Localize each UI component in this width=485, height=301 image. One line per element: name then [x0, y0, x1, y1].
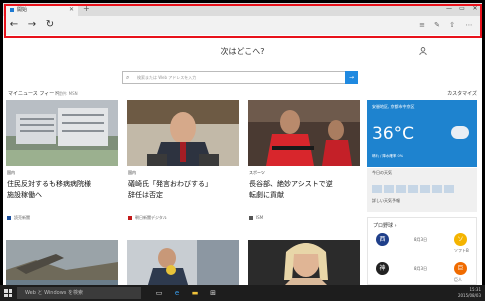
forecast-day-icon	[432, 185, 442, 193]
clock-date: 2015/08/03	[457, 293, 481, 298]
forecast-day-icon	[408, 185, 418, 193]
web-note-icon[interactable]: ✎	[432, 19, 442, 31]
back-button[interactable]: ←	[7, 18, 21, 32]
news-category: 国内	[7, 170, 15, 175]
source-logo-icon	[249, 216, 253, 220]
news-source: ISM	[249, 215, 263, 220]
edge-favicon-icon	[10, 8, 14, 12]
forecast-day-icon	[384, 185, 394, 193]
news-card[interactable]: スポーツ 長谷部、絶妙アシストで逆 転劇に貢献 ISM	[248, 100, 360, 235]
news-source-label: ISM	[256, 215, 264, 220]
news-card[interactable]: 国内 礒崎氏「発言おわびする」 辞任は否定 朝日新聞デジタル	[127, 100, 239, 235]
weather-card[interactable]: 安曇地区, 京都市中京区 36°C 晴れ / 降水確率 0%	[367, 100, 477, 167]
news-category: 国内	[128, 170, 136, 175]
source-logo-icon	[128, 216, 132, 220]
close-window-button[interactable]: ✕	[470, 3, 480, 15]
news-image[interactable]	[127, 240, 239, 285]
news-source-label: 朝日新聞デジタル	[135, 215, 167, 220]
customize-link[interactable]: カスタマイズ	[447, 90, 477, 97]
tab-bar: 開始 ✕ + — ▭ ✕	[3, 3, 482, 16]
news-title-line: 住民反対するも移病病院様	[7, 180, 91, 188]
news-image[interactable]	[6, 240, 118, 285]
forecast-day-icon	[372, 185, 382, 193]
team-name: 巨人	[454, 277, 462, 282]
navigation-bar: ← → ↻ ≡ ✎ ⇧ ⋯	[3, 16, 482, 35]
news-card[interactable]: 国内 住民反対するも移病病院様 施設稼働へ 読売新聞	[6, 100, 118, 235]
feed-title: マイニュース フィード	[8, 91, 60, 97]
more-icon[interactable]: ⋯	[464, 19, 474, 31]
refresh-button[interactable]: ↻	[43, 18, 57, 32]
news-title-line: 辞任は否定	[128, 191, 163, 199]
search-box[interactable]: ⌕ 検索または Web アドレスを入力 →	[122, 71, 358, 84]
restore-button[interactable]: ▭	[457, 3, 467, 15]
forward-button[interactable]: →	[25, 18, 39, 32]
taskbar-search[interactable]: Web と Windows を検索	[17, 287, 141, 299]
news-source-label: 読売新聞	[14, 215, 30, 220]
news-title: 住民反対するも移病病院様 施設稼働へ	[6, 179, 118, 201]
cloud-icon	[451, 126, 469, 139]
feed-provider: 提供: MSN	[58, 91, 78, 96]
baseball-scores[interactable]: プロ野球 › 西 ソ 神 巨 8月3日 ソフトB 8月3日 巨人	[367, 217, 477, 285]
weather-description: 晴れ / 降水確率 0%	[372, 154, 404, 158]
new-tab-button[interactable]: +	[83, 3, 90, 15]
game-date: 8月3日	[414, 266, 428, 271]
news-title-line: 長谷部、絶妙アシストで逆	[249, 180, 333, 188]
file-explorer-icon[interactable]: ▬	[190, 288, 200, 298]
system-clock[interactable]: 15:31 2015/08/03	[458, 287, 481, 299]
forecast-day-icon	[396, 185, 406, 193]
team-logo-icon: 巨	[454, 262, 467, 275]
weather-forecast[interactable]: 今日の天気 詳しい天気予報	[367, 168, 477, 212]
news-image	[127, 100, 239, 166]
weather-temperature: 36°C	[372, 124, 415, 144]
weather-today-label: 今日の天気	[372, 170, 392, 175]
start-page: 次はどこへ? ⌕ 検索または Web アドレスを入力 → マイニュース フィード…	[3, 35, 482, 285]
task-view-icon[interactable]: ▭	[154, 288, 164, 298]
news-source: 朝日新聞デジタル	[128, 215, 167, 221]
share-icon[interactable]: ⇧	[447, 19, 457, 31]
search-icon: ⌕	[126, 74, 130, 81]
scores-title: プロ野球 ›	[373, 223, 397, 229]
store-icon[interactable]: ⊞	[208, 288, 218, 298]
page-title: 次はどこへ?	[220, 47, 265, 56]
taskbar: Web と Windows を検索 ▭ e ▬ ⊞ 15:31 2015/08/…	[0, 285, 485, 301]
forecast-day-icon	[420, 185, 430, 193]
team-logo-icon: ソ	[454, 233, 467, 246]
weather-detail-link[interactable]: 詳しい天気予報	[372, 198, 400, 204]
news-image	[6, 100, 118, 166]
browser-window: 開始 ✕ + — ▭ ✕ ← → ↻ ≡ ✎ ⇧ ⋯ 次はどこへ? ⌕ 検索また…	[3, 3, 482, 285]
team-logo-icon: 西	[376, 233, 389, 246]
news-source: 読売新聞	[7, 215, 30, 221]
forecast-day-icon	[444, 185, 454, 193]
weather-location: 安曇地区, 京都市中京区	[372, 104, 415, 109]
news-title-line: 礒崎氏「発言おわびする」	[128, 180, 212, 188]
news-category: スポーツ	[249, 170, 265, 175]
news-image	[248, 100, 360, 166]
team-name: ソフトB	[454, 248, 469, 253]
source-logo-icon	[7, 216, 11, 220]
team-logo-icon: 神	[376, 262, 389, 275]
windows-start-icon[interactable]	[4, 289, 12, 297]
hub-icon[interactable]: ≡	[417, 19, 427, 31]
news-title: 長谷部、絶妙アシストで逆 転劇に貢献	[248, 179, 360, 201]
forecast-strip	[372, 178, 472, 193]
user-icon[interactable]	[419, 47, 427, 58]
search-input[interactable]: 検索または Web アドレスを入力	[137, 72, 196, 83]
tab-close-icon[interactable]: ✕	[69, 4, 74, 16]
news-title: 礒崎氏「発言おわびする」 辞任は否定	[127, 179, 239, 201]
tab-start[interactable]: 開始 ✕	[6, 4, 78, 16]
search-go-button[interactable]: →	[345, 71, 358, 84]
news-title-line: 施設稼働へ	[7, 191, 42, 199]
edge-taskbar-icon[interactable]: e	[172, 288, 182, 298]
tab-label: 開始	[17, 7, 28, 13]
news-image[interactable]	[248, 240, 360, 285]
game-date: 8月3日	[414, 237, 428, 242]
news-title-line: 転劇に貢献	[249, 191, 284, 199]
minimize-button[interactable]: —	[444, 3, 454, 15]
